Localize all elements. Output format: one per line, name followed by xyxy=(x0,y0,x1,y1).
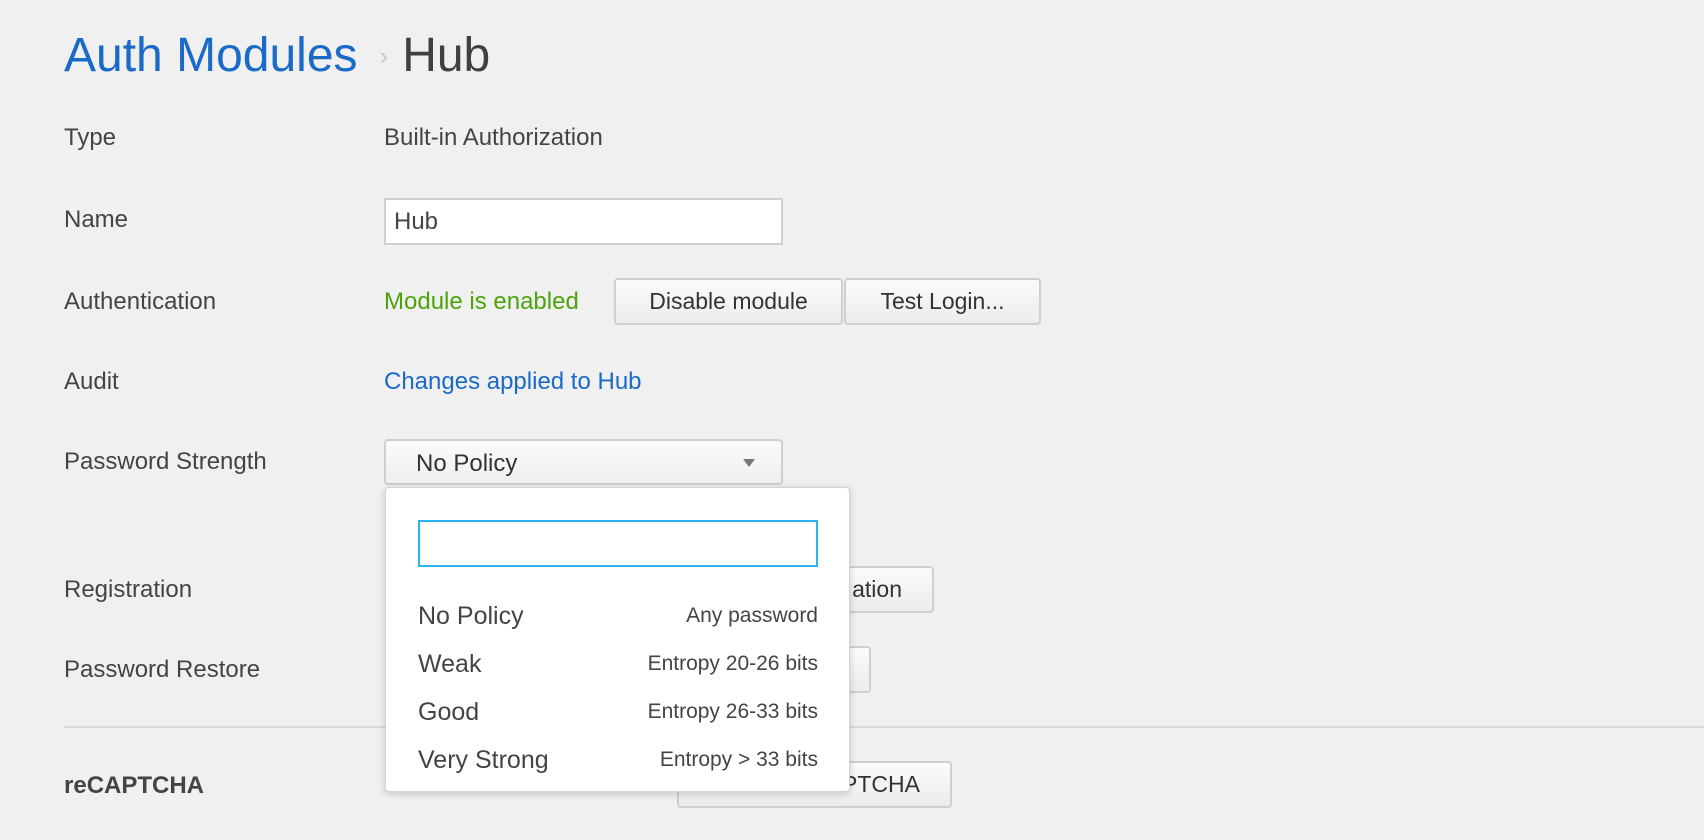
password-strength-select[interactable]: No Policy xyxy=(384,439,783,485)
registration-label: Registration xyxy=(64,576,193,603)
option-description: Entropy 26-33 bits xyxy=(647,700,818,723)
authentication-label: Authentication xyxy=(64,288,217,315)
option-description: Entropy 20-26 bits xyxy=(647,652,818,675)
module-status: Module is enabled xyxy=(384,288,579,315)
name-label: Name xyxy=(64,206,129,233)
audit-changes-link[interactable]: Changes applied to Hub xyxy=(384,368,642,396)
dropdown-option[interactable]: Very Strong Entropy > 33 bits xyxy=(418,738,818,782)
option-name: Weak xyxy=(418,649,482,678)
audit-label: Audit xyxy=(64,368,119,395)
password-strength-label: Password Strength xyxy=(64,448,267,475)
password-strength-selected: No Policy xyxy=(416,450,518,477)
dropdown-option[interactable]: Weak Entropy 20-26 bits xyxy=(418,642,818,686)
name-input[interactable] xyxy=(384,198,783,245)
dropdown-option[interactable]: Good Entropy 26-33 bits xyxy=(418,690,818,734)
recaptcha-label: reCAPTCHA xyxy=(64,772,205,799)
password-restore-label: Password Restore xyxy=(64,656,261,683)
breadcrumb-auth-modules-link[interactable]: Auth Modules xyxy=(64,29,358,82)
type-label: Type xyxy=(64,124,117,151)
dropdown-search-input[interactable] xyxy=(418,520,818,567)
option-description: Entropy > 33 bits xyxy=(659,748,818,771)
type-value: Built-in Authorization xyxy=(384,124,603,151)
option-name: Very Strong xyxy=(418,745,549,774)
chevron-right-icon: › xyxy=(379,41,389,71)
disable-module-button[interactable]: Disable module xyxy=(614,278,843,325)
option-description: Any password xyxy=(686,604,818,627)
dropdown-option[interactable]: No Policy Any password xyxy=(418,594,818,638)
option-name: Good xyxy=(418,697,480,726)
page-title: Hub xyxy=(402,29,491,82)
breadcrumb: Auth Modules › Hub xyxy=(64,28,490,90)
section-divider xyxy=(64,726,1704,728)
password-strength-dropdown: No Policy Any password Weak Entropy 20-2… xyxy=(385,487,850,792)
test-login-button[interactable]: Test Login... xyxy=(844,278,1041,325)
caret-down-icon xyxy=(743,459,755,467)
option-name: No Policy xyxy=(418,601,524,630)
